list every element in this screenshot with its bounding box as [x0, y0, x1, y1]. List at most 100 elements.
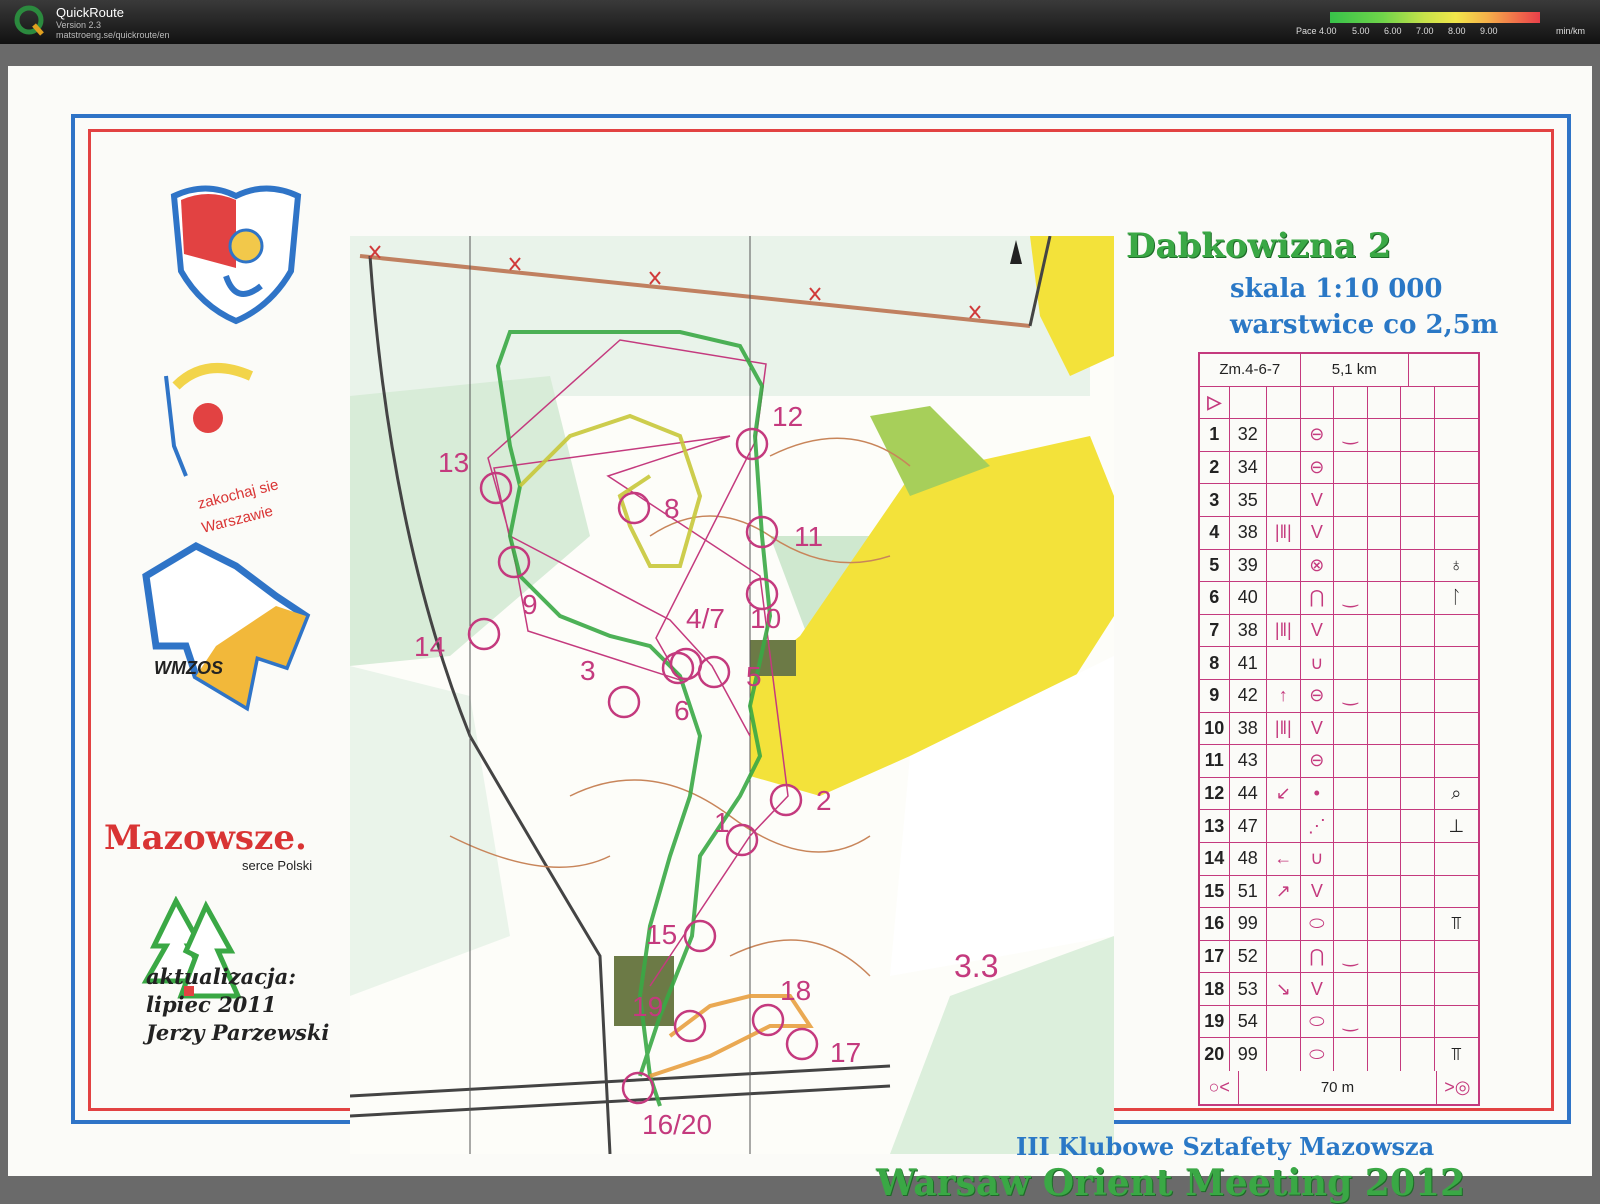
pace-tick: 7.00 — [1416, 26, 1434, 36]
control-dir — [1267, 1005, 1301, 1038]
control-empty-cell — [1401, 777, 1435, 810]
control-detail — [1334, 712, 1368, 745]
control-n: 6 — [1200, 582, 1230, 614]
control-detail — [1334, 875, 1368, 908]
control-row: 12 44 ↙ • ⌕ — [1200, 777, 1478, 811]
control-row: 15 51 ↗ V — [1200, 875, 1478, 909]
control-empty-cell — [1401, 908, 1435, 940]
control-feature: ⊖ — [1301, 679, 1335, 712]
control-detail — [1334, 745, 1368, 777]
control-n: 14 — [1200, 842, 1230, 875]
control-extra — [1435, 941, 1478, 973]
app-name: QuickRoute — [56, 5, 124, 20]
control-code: 53 — [1230, 973, 1268, 1005]
control-label: 6 — [674, 695, 690, 726]
control-feature: ⊖ — [1301, 451, 1335, 484]
control-label: 14 — [414, 631, 445, 662]
control-row: 14 48 ← ∪ — [1200, 842, 1478, 876]
control-row: 7 38 |‖| V — [1200, 614, 1478, 648]
orienteering-map[interactable]: 1 2 3 4/7 5 6 8 9 10 11 12 13 14 15 16/2… — [350, 236, 1114, 1154]
control-code: 52 — [1230, 940, 1268, 973]
control-row: 20 99 ⬭ ⫪ — [1200, 1038, 1478, 1072]
control-row: 9 42 ↑ ⊖ ‿ — [1200, 679, 1478, 713]
control-empty-cell — [1401, 875, 1435, 908]
control-empty-cell — [1368, 419, 1402, 451]
control-row: 4 38 |‖| V — [1200, 516, 1478, 550]
control-empty-cell — [1401, 451, 1435, 484]
control-row: 6 40 ⋂ ‿ ᛚ — [1200, 582, 1478, 615]
control-empty-cell — [1368, 582, 1402, 614]
control-detail: ‿ — [1334, 679, 1368, 712]
control-n: 2 — [1200, 451, 1230, 484]
control-dir: |‖| — [1267, 516, 1301, 549]
control-detail: ‿ — [1334, 582, 1368, 614]
control-empty-cell — [1368, 908, 1402, 940]
control-dir: ↑ — [1267, 679, 1301, 712]
control-detail — [1334, 973, 1368, 1005]
control-row: 10 38 |‖| V — [1200, 712, 1478, 746]
control-empty-cell — [1401, 419, 1435, 451]
control-detail: ‿ — [1334, 1005, 1368, 1038]
control-row: 3 35 V — [1200, 484, 1478, 517]
map-title: Dabkowizna 2 — [1126, 226, 1392, 266]
control-extra: ⫪ — [1451, 913, 1462, 934]
control-empty-cell — [1368, 451, 1402, 484]
control-feature: V — [1301, 614, 1335, 647]
pace-tick: 5.00 — [1352, 26, 1370, 36]
control-row: 11 43 ⊖ — [1200, 745, 1478, 778]
control-dir: ↙ — [1267, 777, 1301, 810]
control-dir — [1267, 745, 1301, 777]
start-row: ▷ — [1200, 386, 1478, 420]
control-code: 54 — [1230, 1005, 1268, 1038]
quickroute-logo-icon — [14, 5, 44, 36]
control-n: 20 — [1200, 1038, 1230, 1072]
control-detail — [1334, 810, 1368, 842]
control-empty-cell — [1368, 549, 1402, 582]
control-n: 15 — [1200, 875, 1230, 908]
control-feature: ∪ — [1301, 842, 1335, 875]
control-extra — [1435, 680, 1478, 712]
control-label: 19 — [632, 991, 663, 1022]
control-feature: ⬭ — [1301, 1005, 1335, 1038]
control-empty-cell — [1368, 679, 1402, 712]
control-n: 18 — [1200, 973, 1230, 1005]
control-label: 18 — [780, 975, 811, 1006]
control-empty-cell — [1401, 1005, 1435, 1038]
control-extra: ᛚ — [1450, 587, 1462, 608]
control-code: 42 — [1230, 679, 1268, 712]
control-n: 5 — [1200, 549, 1230, 582]
pace-tick: 8.00 — [1448, 26, 1466, 36]
course-code: Zm.4-6-7 — [1200, 354, 1301, 386]
control-empty-cell — [1401, 516, 1435, 549]
control-extra — [1435, 713, 1478, 745]
control-empty-cell — [1368, 614, 1402, 647]
control-detail: ‿ — [1334, 940, 1368, 973]
wmzos-region-logo-icon — [142, 542, 311, 712]
control-feature: V — [1301, 973, 1335, 1005]
control-row: 17 52 ⋂ ‿ — [1200, 940, 1478, 974]
course-rating: 3.3 — [954, 948, 999, 984]
app-url[interactable]: matstroeng.se/quickroute/en — [56, 30, 170, 40]
contour-interval: warstwice co 2,5m — [1230, 310, 1499, 340]
control-label: 12 — [772, 401, 803, 432]
control-empty-cell — [1401, 842, 1435, 875]
zakochaj-logo-icon — [164, 363, 254, 477]
control-detail — [1334, 777, 1368, 810]
pace-tick: 9.00 — [1480, 26, 1498, 36]
control-code: 38 — [1230, 516, 1268, 549]
control-code: 35 — [1230, 484, 1268, 516]
control-dir: |‖| — [1267, 712, 1301, 745]
control-code: 32 — [1230, 419, 1268, 451]
control-code: 43 — [1230, 745, 1268, 777]
control-dir: |‖| — [1267, 614, 1301, 647]
control-code: 47 — [1230, 810, 1268, 842]
control-label: 16/20 — [642, 1109, 712, 1140]
control-code: 99 — [1230, 908, 1268, 940]
control-n: 11 — [1200, 745, 1230, 777]
control-label: 5 — [746, 661, 762, 692]
control-row: 19 54 ⬭ ‿ — [1200, 1005, 1478, 1039]
control-detail — [1334, 451, 1368, 484]
pace-color-scale — [1330, 12, 1540, 23]
pace-label: Pace 4.00 — [1296, 26, 1337, 36]
control-dir — [1267, 908, 1301, 940]
